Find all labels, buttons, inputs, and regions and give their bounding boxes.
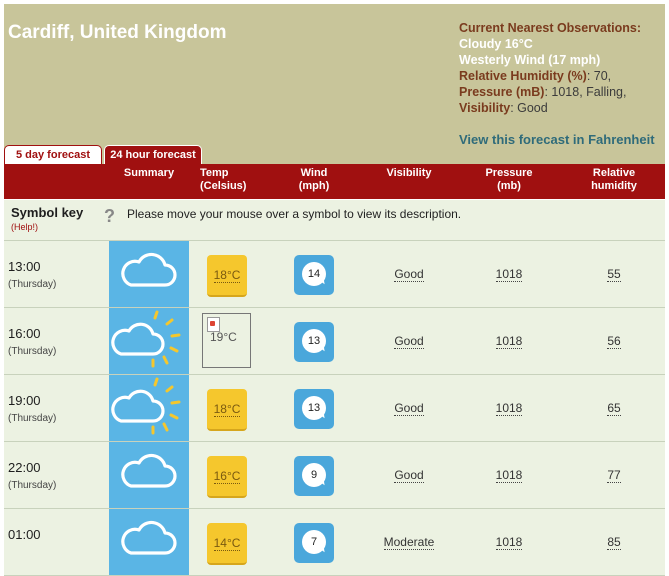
weather-summary-cell[interactable] bbox=[109, 241, 189, 307]
humidity-text[interactable]: 65 bbox=[607, 401, 621, 416]
row-time: 01:00 bbox=[8, 527, 41, 542]
humidity-text[interactable]: 56 bbox=[607, 334, 621, 349]
temperature-value: 18°C bbox=[213, 402, 241, 417]
pressure-value: 1018 bbox=[459, 535, 559, 550]
weather-summary-cell[interactable] bbox=[109, 509, 189, 575]
wind-arrow-icon[interactable]: 14 bbox=[294, 255, 334, 295]
table-row: 22:00 (Thursday) 16°C 9 Good 1018 77 bbox=[4, 442, 665, 509]
wind-direction-icon bbox=[315, 544, 325, 554]
observed-humidity: Relative Humidity (%): 70, bbox=[459, 69, 612, 83]
wind-arrow-icon[interactable]: 9 bbox=[294, 456, 334, 496]
fahrenheit-link[interactable]: View this forecast in Fahrenheit bbox=[459, 132, 655, 147]
wind-direction-icon bbox=[315, 276, 325, 286]
weather-summary-cell[interactable] bbox=[109, 375, 189, 441]
location-title: Cardiff, United Kingdom bbox=[8, 22, 227, 43]
visibility-text[interactable]: Good bbox=[394, 401, 424, 416]
tab-5-day-forecast[interactable]: 5 day forecast bbox=[4, 145, 102, 164]
humidity-value: 56 bbox=[564, 334, 664, 349]
broken-image-icon[interactable]: 19°C bbox=[202, 313, 251, 368]
observed-wind: Westerly Wind (17 mph) bbox=[459, 53, 601, 67]
pressure-value: 1018 bbox=[459, 267, 559, 282]
help-link[interactable]: (Help!) bbox=[11, 222, 38, 232]
pressure-value: 1018 bbox=[459, 401, 559, 416]
weather-summary-cell[interactable] bbox=[109, 308, 189, 374]
row-day: (Thursday) bbox=[8, 480, 57, 491]
temperature-badge[interactable]: 18°C bbox=[207, 255, 247, 297]
symbol-key-label: Symbol key bbox=[11, 205, 84, 220]
visibility-value: Good bbox=[364, 334, 454, 349]
observed-pressure: Pressure (mB): 1018, Falling, bbox=[459, 85, 627, 99]
col-humidity: Relative humidity bbox=[591, 167, 637, 192]
observed-condition: Cloudy 16°C bbox=[459, 37, 533, 51]
symbol-key-row: Symbol key (Help!) ? Please move your mo… bbox=[4, 200, 665, 241]
col-temp: Temp (Celsius) bbox=[200, 167, 247, 192]
col-visibility: Visibility bbox=[386, 167, 432, 179]
observations-heading: Current Nearest Observations: bbox=[459, 21, 642, 35]
temperature-badge[interactable]: 16°C bbox=[207, 456, 247, 498]
visibility-text[interactable]: Moderate bbox=[383, 535, 435, 550]
weather-summary-cell[interactable] bbox=[109, 442, 189, 508]
humidity-value: 65 bbox=[564, 401, 664, 416]
pressure-value: 1018 bbox=[459, 334, 559, 349]
visibility-text[interactable]: Good bbox=[394, 267, 424, 282]
humidity-value: 55 bbox=[564, 267, 664, 282]
visibility-value: Good bbox=[364, 267, 454, 282]
col-pressure: Pressure (mb) bbox=[485, 167, 533, 192]
temperature-value: 14°C bbox=[213, 536, 241, 551]
pressure-value: 1018 bbox=[459, 468, 559, 483]
temperature-badge[interactable]: 14°C bbox=[207, 523, 247, 565]
humidity-text[interactable]: 77 bbox=[607, 468, 621, 483]
col-wind: Wind (mph) bbox=[298, 167, 330, 192]
wind-direction-icon bbox=[315, 410, 325, 420]
wind-arrow-icon[interactable]: 13 bbox=[294, 322, 334, 362]
temperature-value: 16°C bbox=[213, 469, 241, 484]
row-day: (Thursday) bbox=[8, 413, 57, 424]
humidity-text[interactable]: 85 bbox=[607, 535, 621, 550]
temperature-value: 18°C bbox=[213, 268, 241, 283]
row-day: (Thursday) bbox=[8, 279, 57, 290]
pressure-text[interactable]: 1018 bbox=[495, 468, 523, 483]
question-mark-icon[interactable]: ? bbox=[104, 206, 115, 227]
wind-arrow-icon[interactable]: 7 bbox=[294, 523, 334, 563]
col-summary: Summary bbox=[123, 167, 175, 179]
observed-visibility: Visibility: Good bbox=[459, 101, 548, 115]
current-observations: Current Nearest Observations: Cloudy 16°… bbox=[459, 20, 641, 116]
row-time: 13:00 bbox=[8, 259, 41, 274]
visibility-value: Moderate bbox=[364, 535, 454, 550]
table-row: 01:00 14°C 7 Moderate 1018 85 bbox=[4, 509, 665, 576]
pressure-text[interactable]: 1018 bbox=[495, 267, 523, 282]
visibility-text[interactable]: Good bbox=[394, 334, 424, 349]
table-header: Summary Temp (Celsius) Wind (mph) Visibi… bbox=[4, 164, 665, 199]
symbol-key-description: Please move your mouse over a symbol to … bbox=[127, 207, 462, 221]
row-time: 16:00 bbox=[8, 326, 41, 341]
temperature-badge[interactable]: 18°C bbox=[207, 389, 247, 431]
pressure-text[interactable]: 1018 bbox=[495, 535, 523, 550]
visibility-value: Good bbox=[364, 401, 454, 416]
pressure-text[interactable]: 1018 bbox=[495, 401, 523, 416]
row-time: 22:00 bbox=[8, 460, 41, 475]
humidity-value: 85 bbox=[564, 535, 664, 550]
temperature-value: 19°C bbox=[210, 330, 237, 344]
table-row: 16:00 (Thursday) 19°C 13 Good 1018 56 bbox=[4, 308, 665, 375]
tab-24-hour-forecast[interactable]: 24 hour forecast bbox=[104, 145, 202, 164]
wind-direction-icon bbox=[315, 477, 325, 487]
humidity-text[interactable]: 55 bbox=[607, 267, 621, 282]
table-row: 19:00 (Thursday) 18°C 13 Good 1018 65 bbox=[4, 375, 665, 442]
table-row: 13:00 (Thursday) 18°C 14 Good 1018 55 bbox=[4, 241, 665, 308]
wind-arrow-icon[interactable]: 13 bbox=[294, 389, 334, 429]
row-time: 19:00 bbox=[8, 393, 41, 408]
visibility-value: Good bbox=[364, 468, 454, 483]
row-day: (Thursday) bbox=[8, 346, 57, 357]
wind-direction-icon bbox=[315, 343, 325, 353]
header-panel: Cardiff, United Kingdom Current Nearest … bbox=[4, 4, 665, 164]
pressure-text[interactable]: 1018 bbox=[495, 334, 523, 349]
visibility-text[interactable]: Good bbox=[394, 468, 424, 483]
humidity-value: 77 bbox=[564, 468, 664, 483]
